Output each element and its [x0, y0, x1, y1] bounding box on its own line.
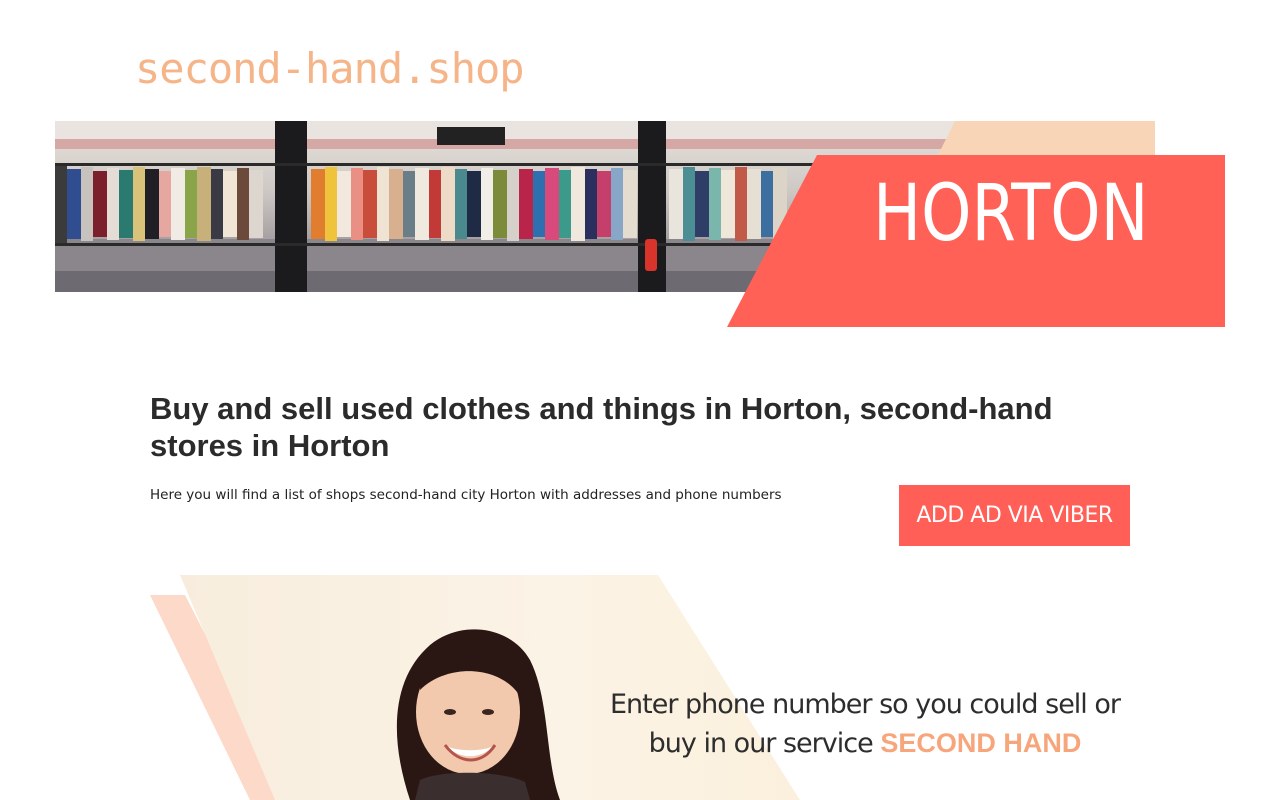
page-description: Here you will find a list of shops secon… [150, 487, 782, 503]
city-name: HORTON [873, 169, 1149, 259]
page-title: Buy and sell used clothes and things in … [150, 391, 1053, 463]
add-ad-via-viber-button[interactable]: ADD AD VIA VIBER [899, 485, 1130, 546]
promo-text-accent: SECOND HAND [880, 728, 1082, 758]
promo-section: Enter phone number so you could sell or … [150, 575, 1130, 800]
smiling-woman-photo [396, 629, 560, 800]
page: second-hand.shop HORTON Buy and sell use… [0, 0, 1280, 800]
promo-text: Enter phone number so you could sell or … [605, 685, 1125, 763]
city-banner: HORTON [55, 121, 1225, 327]
site-logo[interactable]: second-hand.shop [135, 44, 525, 93]
